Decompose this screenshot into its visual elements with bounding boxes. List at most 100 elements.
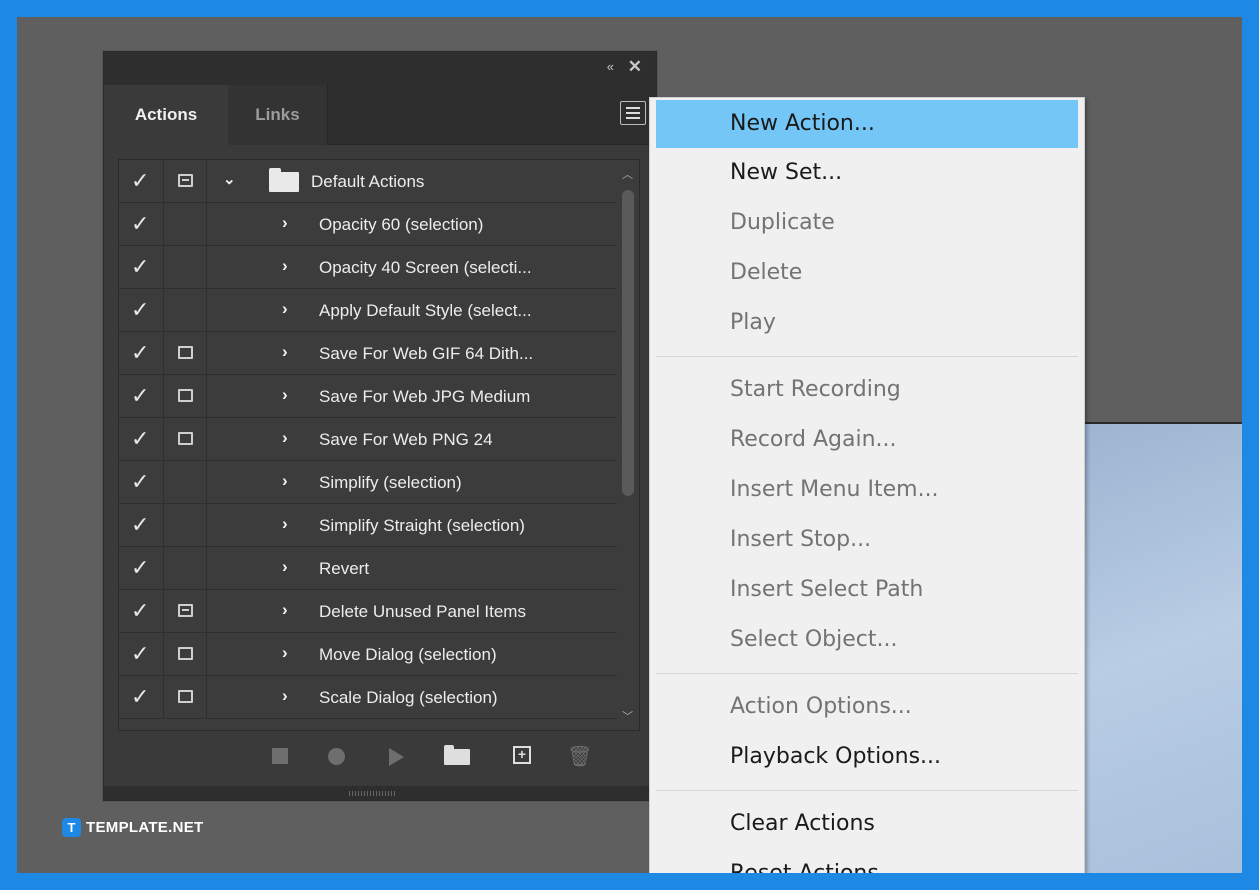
- action-label: Apply Default Style (select...: [319, 301, 532, 320]
- chevron-right-icon[interactable]: ›: [282, 385, 288, 405]
- record-icon[interactable]: [328, 748, 345, 765]
- scroll-down-icon[interactable]: ﹀: [622, 708, 633, 724]
- action-label: Simplify Straight (selection): [319, 516, 525, 535]
- toggle-item-check-icon[interactable]: ✓: [131, 598, 149, 624]
- menu-item-select-object[interactable]: Select Object...: [650, 615, 1084, 665]
- menu-separator: [656, 673, 1078, 674]
- toggle-item-check-icon[interactable]: ✓: [131, 555, 149, 581]
- list-scrollbar[interactable]: ︿ ﹀: [617, 160, 639, 730]
- action-row[interactable]: ✓ › Scale Dialog (selection): [119, 676, 639, 719]
- action-row[interactable]: ✓ › Save For Web GIF 64 Dith...: [119, 332, 639, 375]
- toggle-item-check-icon[interactable]: ✓: [131, 340, 149, 366]
- toggle-item-check-icon[interactable]: ✓: [131, 426, 149, 452]
- collapse-panel-icon[interactable]: «: [607, 59, 614, 74]
- action-label: Simplify (selection): [319, 473, 462, 492]
- template-logo: T TEMPLATE.NET: [62, 818, 203, 837]
- toggle-item-check-icon[interactable]: ✓: [131, 168, 149, 194]
- toggle-item-check-icon[interactable]: ✓: [131, 684, 149, 710]
- actions-panel-flyout-menu: New Action... New Set... Duplicate Delete Pl…: [649, 97, 1085, 873]
- menu-item-insert-stop[interactable]: Insert Stop...: [650, 515, 1084, 565]
- chevron-right-icon[interactable]: ›: [282, 342, 288, 362]
- action-row[interactable]: ✓ › Simplify Straight (selection): [119, 504, 639, 547]
- toggle-item-check-icon[interactable]: ✓: [131, 641, 149, 667]
- toggle-item-check-icon[interactable]: ✓: [131, 512, 149, 538]
- chevron-right-icon[interactable]: ›: [282, 514, 288, 534]
- dialog-toggle-icon[interactable]: [178, 690, 193, 703]
- action-row[interactable]: ✓ › Move Dialog (selection): [119, 633, 639, 676]
- panel-tab-bar: Actions Links: [104, 85, 656, 145]
- menu-item-reset-actions[interactable]: Reset Actions: [650, 849, 1084, 873]
- chevron-right-icon[interactable]: ›: [282, 686, 288, 706]
- dialog-toggle-icon[interactable]: [178, 647, 193, 660]
- tab-actions[interactable]: Actions: [104, 85, 228, 145]
- action-row[interactable]: ✓ › Apply Default Style (select...: [119, 289, 639, 332]
- menu-item-clear-actions[interactable]: Clear Actions: [650, 799, 1084, 849]
- dialog-toggle-icon[interactable]: [178, 174, 193, 187]
- menu-item-playback-options[interactable]: Playback Options...: [650, 732, 1084, 782]
- new-action-icon[interactable]: +: [513, 746, 531, 764]
- action-set-row[interactable]: ✓ ⌄ Default Actions: [119, 160, 639, 203]
- panel-title-bar[interactable]: « ✕: [104, 52, 656, 85]
- actions-list: ✓ ⌄ Default Actions ✓ › Opacity 60 (select…: [118, 159, 640, 731]
- action-set-label: Default Actions: [311, 172, 425, 191]
- chevron-right-icon[interactable]: ›: [282, 643, 288, 663]
- chevron-right-icon[interactable]: ›: [282, 600, 288, 620]
- menu-item-duplicate[interactable]: Duplicate: [650, 198, 1084, 248]
- panel-resize-strip[interactable]: [104, 786, 656, 800]
- dialog-toggle-icon[interactable]: [178, 604, 193, 617]
- action-label: Save For Web PNG 24: [319, 430, 493, 449]
- action-row[interactable]: ✓ › Simplify (selection): [119, 461, 639, 504]
- action-row[interactable]: ✓ › Opacity 40 Screen (selecti...: [119, 246, 639, 289]
- action-label: Save For Web JPG Medium: [319, 387, 531, 406]
- menu-item-action-options[interactable]: Action Options...: [650, 682, 1084, 732]
- resize-grip[interactable]: [349, 791, 397, 796]
- toggle-item-check-icon[interactable]: ✓: [131, 469, 149, 495]
- chevron-right-icon[interactable]: ›: [282, 428, 288, 448]
- tab-links[interactable]: Links: [228, 85, 328, 145]
- logo-text: TEMPLATE.NET: [86, 819, 204, 836]
- toggle-item-check-icon[interactable]: ✓: [131, 383, 149, 409]
- scroll-up-icon[interactable]: ︿: [622, 166, 633, 182]
- trash-icon[interactable]: 🗑: [567, 744, 592, 768]
- menu-item-new-set[interactable]: New Set...: [650, 148, 1084, 198]
- panel-menu-icon[interactable]: [620, 101, 646, 125]
- workspace: « ✕ Actions Links ✓ ⌄ Default Actions ✓ ›…: [17, 17, 1242, 873]
- chevron-right-icon[interactable]: ›: [282, 256, 288, 276]
- dialog-toggle-icon[interactable]: [178, 432, 193, 445]
- chevron-right-icon[interactable]: ›: [282, 213, 288, 233]
- logo-mark: T: [62, 818, 81, 837]
- close-panel-icon[interactable]: ✕: [628, 57, 642, 77]
- new-set-folder-icon[interactable]: [444, 745, 470, 765]
- action-label: Delete Unused Panel Items: [319, 602, 526, 621]
- menu-item-insert-select-path[interactable]: Insert Select Path: [650, 565, 1084, 615]
- menu-item-new-action[interactable]: New Action...: [656, 100, 1078, 148]
- stop-playing-icon[interactable]: [272, 748, 288, 764]
- menu-item-delete[interactable]: Delete: [650, 248, 1084, 298]
- action-row[interactable]: ✓ › Revert: [119, 547, 639, 590]
- action-row[interactable]: ✓ › Delete Unused Panel Items: [119, 590, 639, 633]
- menu-item-insert-menu-item[interactable]: Insert Menu Item...: [650, 465, 1084, 515]
- action-row[interactable]: ✓ › Save For Web JPG Medium: [119, 375, 639, 418]
- menu-item-record-again[interactable]: Record Again...: [650, 415, 1084, 465]
- menu-separator: [656, 356, 1078, 357]
- panel-bottom-toolbar: + 🗑: [104, 732, 656, 782]
- dialog-toggle-icon[interactable]: [178, 389, 193, 402]
- toggle-item-check-icon[interactable]: ✓: [131, 254, 149, 280]
- toggle-item-check-icon[interactable]: ✓: [131, 211, 149, 237]
- folder-icon: [269, 168, 299, 192]
- menu-item-play[interactable]: Play: [650, 298, 1084, 348]
- toggle-item-check-icon[interactable]: ✓: [131, 297, 149, 323]
- chevron-right-icon[interactable]: ›: [282, 471, 288, 491]
- action-label: Revert: [319, 559, 370, 578]
- play-icon[interactable]: [389, 748, 404, 766]
- chevron-right-icon[interactable]: ›: [282, 557, 288, 577]
- chevron-right-icon[interactable]: ›: [282, 299, 288, 319]
- scroll-thumb[interactable]: [622, 190, 634, 496]
- dialog-toggle-icon[interactable]: [178, 346, 193, 359]
- menu-item-start-recording[interactable]: Start Recording: [650, 365, 1084, 415]
- action-row[interactable]: ✓ › Save For Web PNG 24: [119, 418, 639, 461]
- action-label: Save For Web GIF 64 Dith...: [319, 344, 534, 363]
- chevron-down-icon[interactable]: ⌄: [223, 170, 236, 188]
- action-row[interactable]: ✓ › Opacity 60 (selection): [119, 203, 639, 246]
- actions-panel: « ✕ Actions Links ✓ ⌄ Default Actions ✓ ›…: [103, 51, 657, 801]
